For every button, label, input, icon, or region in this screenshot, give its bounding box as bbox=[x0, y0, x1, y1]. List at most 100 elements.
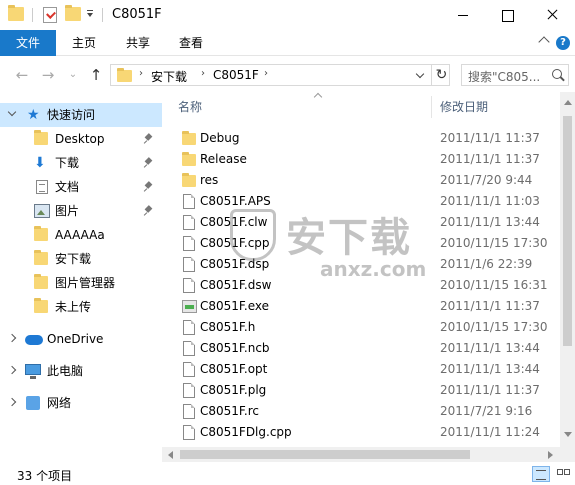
sidebar-item-label: 安下载 bbox=[55, 252, 92, 266]
recent-locations-button[interactable]: ⌄ bbox=[63, 65, 83, 85]
ribbon: 文件 主页 共享 查看 ? bbox=[0, 30, 575, 56]
table-row[interactable]: C8051F.cpp 2010/11/15 17:30 bbox=[162, 233, 557, 254]
tab-view[interactable]: 查看 bbox=[165, 30, 217, 56]
pin-icon[interactable] bbox=[145, 134, 153, 144]
scroll-thumb[interactable] bbox=[563, 116, 572, 346]
column-header-name[interactable]: 名称 bbox=[178, 92, 428, 122]
breadcrumb-item[interactable]: 安下载 bbox=[151, 68, 187, 85]
table-row[interactable]: C8051F.plg 2011/11/1 11:37 bbox=[162, 380, 557, 401]
column-header-label: 名称 bbox=[178, 100, 203, 114]
chevron-right-icon[interactable] bbox=[7, 397, 17, 407]
search-input[interactable]: 搜索"C805... bbox=[461, 64, 569, 86]
new-folder-icon[interactable] bbox=[65, 5, 81, 21]
sidebar-item-quick-access[interactable]: ★ 快速访问 bbox=[0, 103, 162, 127]
customize-quick-access-icon[interactable] bbox=[86, 9, 94, 19]
chevron-down-icon[interactable] bbox=[7, 107, 17, 117]
file-name: C8051F.cpp bbox=[200, 236, 270, 250]
table-row[interactable]: C8051F.opt 2011/11/1 13:44 bbox=[162, 359, 557, 380]
sidebar-item-onedrive[interactable]: OneDrive bbox=[0, 327, 162, 351]
chevron-down-icon[interactable] bbox=[413, 68, 429, 84]
file-name: C8051F.opt bbox=[200, 362, 268, 376]
folder-icon bbox=[182, 173, 196, 187]
large-icons-view-button[interactable] bbox=[554, 466, 572, 482]
chevron-right-icon[interactable] bbox=[7, 365, 17, 375]
chevron-right-icon[interactable]: › bbox=[264, 68, 268, 79]
file-icon bbox=[183, 320, 195, 335]
file-date: 2010/11/15 17:30 bbox=[440, 236, 548, 250]
vertical-scrollbar[interactable] bbox=[560, 92, 575, 447]
expand-ribbon-icon[interactable] bbox=[538, 36, 550, 48]
forward-button[interactable]: → bbox=[38, 65, 58, 85]
tab-file[interactable]: 文件 bbox=[0, 30, 56, 56]
computer-icon bbox=[25, 364, 41, 379]
pin-icon[interactable] bbox=[145, 158, 153, 168]
table-row[interactable]: Release 2011/11/1 11:37 bbox=[162, 149, 557, 170]
close-button[interactable] bbox=[529, 0, 575, 30]
scroll-left-icon[interactable] bbox=[168, 451, 173, 459]
table-row[interactable]: C8051F.clw 2011/11/1 13:44 bbox=[162, 212, 557, 233]
table-row[interactable]: res 2011/7/20 9:44 bbox=[162, 170, 557, 191]
address-bar[interactable]: › 安下载 › C8051F › ↻ bbox=[110, 64, 450, 86]
sidebar-item-label: 下载 bbox=[55, 156, 80, 170]
properties-icon[interactable] bbox=[43, 7, 57, 23]
file-date: 2011/11/1 13:44 bbox=[440, 341, 540, 355]
file-date: 2010/11/15 16:31 bbox=[440, 278, 548, 292]
sidebar-item-pictures[interactable]: 图片 bbox=[0, 199, 162, 223]
item-count: 33 个项目 bbox=[17, 469, 73, 483]
file-name: C8051F.exe bbox=[200, 299, 269, 313]
scroll-thumb[interactable] bbox=[180, 450, 470, 459]
folder-icon bbox=[34, 298, 48, 313]
scroll-up-icon[interactable] bbox=[564, 100, 572, 105]
table-row[interactable]: C8051F.h 2010/11/15 17:30 bbox=[162, 317, 557, 338]
sidebar-item-this-pc[interactable]: 此电脑 bbox=[0, 359, 162, 383]
sidebar-item-desktop[interactable]: Desktop bbox=[0, 127, 162, 151]
file-date: 2011/11/1 11:37 bbox=[440, 152, 540, 166]
file-date: 2011/7/20 9:44 bbox=[440, 173, 533, 187]
file-name: C8051FDlg.cpp bbox=[200, 425, 292, 439]
help-icon[interactable]: ? bbox=[556, 36, 570, 50]
pin-icon[interactable] bbox=[145, 206, 153, 216]
file-name: C8051F.ncb bbox=[200, 341, 270, 355]
tab-share[interactable]: 共享 bbox=[112, 30, 164, 56]
chevron-right-icon[interactable]: › bbox=[139, 68, 143, 79]
pin-icon[interactable] bbox=[145, 182, 153, 192]
file-name: C8051F.rc bbox=[200, 404, 259, 418]
file-icon bbox=[183, 257, 195, 272]
column-header-date[interactable]: 修改日期 bbox=[440, 92, 560, 122]
column-divider[interactable] bbox=[431, 96, 432, 118]
up-button[interactable]: ↑ bbox=[86, 65, 106, 85]
folder-icon bbox=[34, 250, 48, 265]
sidebar-item-documents[interactable]: 文档 bbox=[0, 175, 162, 199]
sidebar-item-network[interactable]: 网络 bbox=[0, 391, 162, 415]
scroll-right-icon[interactable] bbox=[548, 451, 553, 459]
horizontal-scrollbar[interactable] bbox=[162, 447, 560, 462]
sidebar-item-downloads[interactable]: ⬇ 下载 bbox=[0, 151, 162, 175]
sidebar-item-label: 文档 bbox=[55, 180, 80, 194]
file-date: 2011/11/1 11:37 bbox=[440, 299, 540, 313]
table-row[interactable]: C8051F.rc 2011/7/21 9:16 bbox=[162, 401, 557, 422]
table-row[interactable]: C8051FDlg.cpp 2011/11/1 11:24 bbox=[162, 422, 557, 443]
file-name: Debug bbox=[200, 131, 240, 145]
back-button[interactable]: ← bbox=[12, 65, 32, 85]
table-row[interactable]: Debug 2011/11/1 11:37 bbox=[162, 128, 557, 149]
breadcrumb-item[interactable]: C8051F bbox=[213, 68, 259, 82]
table-row[interactable]: C8051F.dsw 2010/11/15 16:31 bbox=[162, 275, 557, 296]
sidebar-item-aaaaaa[interactable]: AAAAAa bbox=[0, 223, 162, 247]
file-icon bbox=[183, 362, 195, 377]
folder-icon bbox=[34, 226, 48, 241]
sidebar-item-not-uploaded[interactable]: 未上传 bbox=[0, 295, 162, 319]
details-view-button[interactable] bbox=[532, 466, 550, 482]
chevron-right-icon[interactable] bbox=[7, 333, 17, 343]
sidebar-item-anxiazai[interactable]: 安下载 bbox=[0, 247, 162, 271]
table-row[interactable]: C8051F.ncb 2011/11/1 13:44 bbox=[162, 338, 557, 359]
maximize-button[interactable] bbox=[484, 0, 530, 30]
chevron-right-icon[interactable]: › bbox=[201, 68, 205, 79]
scroll-down-icon[interactable] bbox=[564, 432, 572, 437]
refresh-button[interactable]: ↻ bbox=[431, 65, 451, 85]
table-row[interactable]: C8051F.dsp 2011/1/6 22:39 bbox=[162, 254, 557, 275]
table-row[interactable]: C8051F.APS 2011/11/1 11:03 bbox=[162, 191, 557, 212]
table-row[interactable]: C8051F.exe 2011/11/1 11:37 bbox=[162, 296, 557, 317]
sidebar-item-image-manager[interactable]: 图片管理器 bbox=[0, 271, 162, 295]
minimize-button[interactable] bbox=[440, 0, 486, 30]
tab-home[interactable]: 主页 bbox=[58, 30, 110, 56]
